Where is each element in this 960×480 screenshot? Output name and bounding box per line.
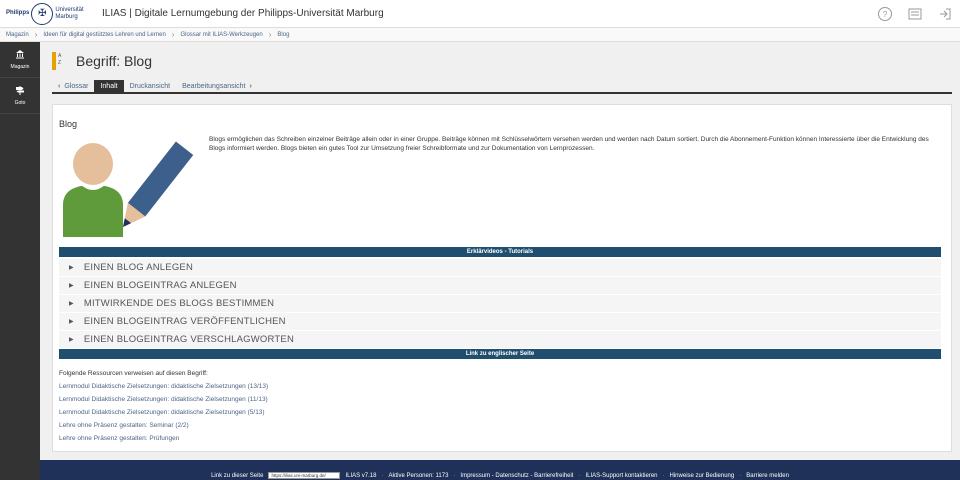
tutorial-header: Erklärvideos - Tutorials — [59, 247, 941, 257]
play-triangle-icon: ▶ — [69, 283, 74, 289]
accordion-label: EINEN BLOGEINTRAG VERÖFFENTLICHEN — [83, 316, 286, 327]
chevron-right-icon: › — [171, 30, 175, 39]
play-triangle-icon: ▶ — [69, 301, 74, 307]
accordion-label: EINEN BLOGEINTRAG VERSCHLAGWORTEN — [83, 334, 295, 345]
footer-report-link[interactable]: Barriere melden — [746, 473, 789, 479]
university-logo[interactable]: Philipps ✠ Universität Marburg — [0, 0, 92, 28]
content-title: Blog — [59, 119, 78, 129]
accordion-label: EINEN BLOGEINTRAG ANLEGEN — [83, 280, 237, 291]
tab-label: Glossar — [64, 82, 89, 90]
footer-separator: · — [662, 473, 665, 479]
notification-icon[interactable] — [908, 7, 922, 21]
breadcrumb-item-ideen[interactable]: Ideen für digital gestütztes Lehren und … — [43, 32, 165, 38]
references-intro: Folgende Ressourcen verweisen auf diesen… — [59, 370, 208, 377]
reference-list: Folgende Ressourcen verweisen auf diesen… — [59, 367, 268, 445]
reference-link[interactable]: Lehre ohne Präsenz gestalten: Prüfungen — [59, 432, 268, 445]
description-text: Blogs ermöglichen das Schreiben einzelne… — [209, 136, 929, 152]
top-header: Philipps ✠ Universität Marburg ILIAS | D… — [0, 0, 960, 28]
chevron-left-icon: ‹ — [58, 82, 61, 90]
english-page-link[interactable]: Link zu englischer Seite — [59, 349, 941, 359]
tab-inhalt[interactable]: Inhalt — [94, 80, 124, 92]
university-seal-icon: ✠ — [31, 2, 54, 25]
accordion-label: MITWIRKENDE DES BLOGS BESTIMMEN — [83, 298, 275, 309]
main-sidebar: Magazin Goto — [0, 42, 40, 480]
site-title: ILIAS | Digitale Lernumgebung der Philip… — [102, 8, 384, 19]
footer-active-persons: Aktive Personen: 1173 — [388, 473, 449, 479]
tab-druckansicht[interactable]: Druckansicht — [124, 80, 176, 92]
main-area: AZ Begriff: Blog ‹ Glossar Inhalt Drucka… — [40, 42, 960, 460]
reference-link[interactable]: Lernmodul Didaktische Zielsetzungen: did… — [59, 393, 268, 406]
breadcrumb-item-blog[interactable]: Blog — [277, 32, 289, 38]
glossary-icon: AZ — [52, 52, 64, 70]
content-panel: Blog Blogs ermöglichen das Schreiben ein… — [52, 104, 952, 452]
footer-separator: · — [381, 473, 384, 479]
tutorial-accordion: ▶ EINEN BLOG ANLEGEN ▶ EINEN BLOGEINTRAG… — [59, 259, 941, 349]
tab-bearbeitungsansicht[interactable]: Bearbeitungsansicht › — [176, 80, 258, 92]
tab-back-glossar[interactable]: ‹ Glossar — [52, 80, 94, 92]
header-actions: ? — [878, 0, 952, 28]
page-title: Begriff: Blog — [76, 53, 153, 69]
play-triangle-icon: ▶ — [69, 319, 74, 325]
chevron-right-icon: › — [34, 30, 38, 39]
footer-version: ILIAS v7.18 — [345, 473, 377, 479]
sidebar-item-label: Goto — [14, 100, 26, 106]
accordion-item[interactable]: ▶ EINEN BLOG ANLEGEN — [59, 259, 941, 277]
footer: Link zu dieser Seite https://ilias.uni-m… — [40, 460, 960, 480]
logo-text-universitaet: Universität — [55, 6, 84, 13]
signpost-icon — [15, 85, 25, 98]
chevron-right-icon: › — [268, 30, 272, 39]
play-triangle-icon: ▶ — [69, 337, 74, 343]
accordion-item[interactable]: ▶ EINEN BLOGEINTRAG VERÖFFENTLICHEN — [59, 313, 941, 331]
blog-illustration — [63, 141, 194, 237]
help-icon[interactable]: ? — [878, 7, 892, 21]
permalink-field[interactable]: https://ilias.uni-marburg.de/ — [268, 472, 341, 479]
tab-bar: ‹ Glossar Inhalt Druckansicht Bearbeitun… — [52, 80, 952, 94]
logo-text-philipps: Philipps — [6, 10, 30, 16]
logout-icon[interactable] — [938, 7, 952, 21]
play-triangle-icon: ▶ — [69, 265, 74, 271]
sidebar-item-label: Magazin — [10, 64, 30, 70]
accordion-label: EINEN BLOG ANLEGEN — [83, 262, 194, 273]
footer-separator: · — [739, 473, 742, 479]
tab-label: Bearbeitungsansicht — [182, 82, 246, 90]
accordion-item[interactable]: ▶ EINEN BLOGEINTRAG VERSCHLAGWORTEN — [59, 331, 941, 349]
footer-legal-links[interactable]: Impressum - Datenschutz - Barrierefreihe… — [460, 473, 573, 479]
page-header: AZ Begriff: Blog — [52, 52, 152, 70]
repository-icon — [15, 49, 25, 62]
accordion-item[interactable]: ▶ EINEN BLOGEINTRAG ANLEGEN — [59, 277, 941, 295]
breadcrumb-item-glossar[interactable]: Glossar mit ILIAS-Werkzeugen — [180, 32, 262, 38]
sidebar-item-magazin[interactable]: Magazin — [0, 42, 40, 78]
sidebar-item-goto[interactable]: Goto — [0, 78, 40, 114]
footer-usage-link[interactable]: Hinweise zur Bedienung — [670, 473, 735, 479]
accordion-item[interactable]: ▶ MITWIRKENDE DES BLOGS BESTIMMEN — [59, 295, 941, 313]
footer-separator: · — [453, 473, 456, 479]
reference-link[interactable]: Lernmodul Didaktische Zielsetzungen: did… — [59, 380, 268, 393]
breadcrumb-item-magazin[interactable]: Magazin — [6, 32, 29, 38]
logo-wordmark-left: Philipps — [6, 10, 29, 17]
az-label-top: A — [58, 53, 62, 59]
az-label-bottom: Z — [58, 60, 62, 66]
reference-link[interactable]: Lernmodul Didaktische Zielsetzungen: did… — [59, 406, 268, 419]
footer-link-label: Link zu dieser Seite — [211, 473, 264, 479]
logo-text-marburg: Marburg — [55, 13, 78, 20]
breadcrumb: Magazin › Ideen für digital gestütztes L… — [0, 28, 960, 42]
chevron-right-icon: › — [249, 82, 252, 90]
footer-separator: · — [578, 473, 581, 479]
footer-support-link[interactable]: ILIAS-Support kontaktieren — [585, 473, 657, 479]
reference-link[interactable]: Lehre ohne Präsenz gestalten: Seminar (2… — [59, 419, 268, 432]
